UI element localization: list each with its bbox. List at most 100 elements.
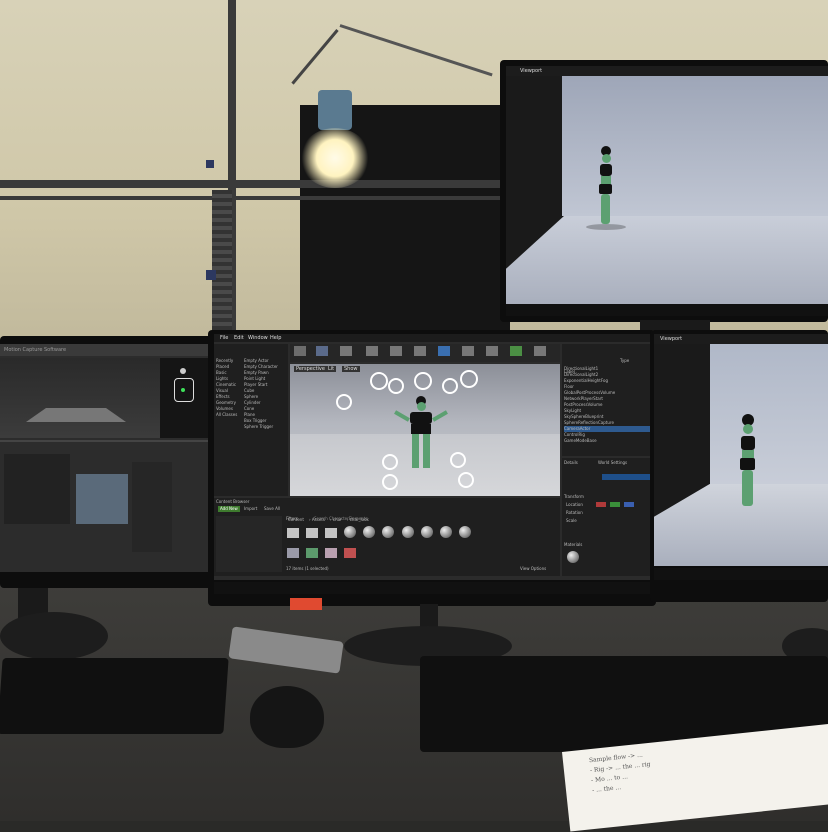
- center-monitor: File Edit Window Help Recently Placed Ba…: [208, 330, 656, 606]
- modes-button[interactable]: [340, 346, 352, 356]
- materials-section[interactable]: Materials: [564, 542, 582, 548]
- x-field[interactable]: [596, 502, 606, 507]
- rig-control[interactable]: [370, 372, 388, 390]
- menu-edit[interactable]: Edit: [234, 335, 244, 341]
- folder-tree[interactable]: [216, 516, 282, 572]
- source-control-button[interactable]: [316, 346, 328, 356]
- rig-control[interactable]: [458, 472, 474, 488]
- rig-control[interactable]: [414, 372, 432, 390]
- world-settings-tab[interactable]: World Settings: [598, 460, 627, 466]
- texture-icon[interactable]: [306, 548, 319, 558]
- content-browser-tab[interactable]: Content Browser: [216, 499, 249, 505]
- build-button[interactable]: [486, 346, 498, 356]
- lit-button[interactable]: Lit: [326, 366, 337, 372]
- character-torso: [741, 436, 755, 450]
- top-viewport-tab[interactable]: Viewport: [520, 68, 542, 74]
- material-sphere-icon[interactable]: [439, 526, 452, 538]
- folder-icon[interactable]: [306, 528, 319, 538]
- world-outliner: Label Type DirectionalLight1 Directional…: [562, 344, 652, 456]
- mouse[interactable]: [250, 686, 324, 748]
- texture-icon[interactable]: [287, 548, 299, 558]
- play-button[interactable]: [510, 346, 522, 356]
- editor-window: File Edit Window Help Recently Placed Ba…: [214, 334, 652, 580]
- z-field[interactable]: [624, 502, 634, 507]
- right-viewport-floor: [654, 484, 828, 566]
- blueprints-button[interactable]: [438, 346, 450, 356]
- content-search-input[interactable]: Search CharacterElements: [314, 516, 367, 522]
- save-button[interactable]: [294, 346, 306, 356]
- character-left-leg: [412, 434, 419, 468]
- launch-button[interactable]: [534, 346, 546, 356]
- character-waist: [742, 450, 754, 458]
- rig-control[interactable]: [382, 474, 398, 490]
- top-viewport[interactable]: [506, 76, 828, 304]
- left-keyboard[interactable]: [0, 658, 229, 734]
- rig-control[interactable]: [336, 394, 352, 410]
- add-new-button[interactable]: Add New: [218, 506, 240, 512]
- material-sphere-icon[interactable]: [363, 526, 376, 538]
- left-panel-preview[interactable]: [76, 474, 128, 524]
- import-button[interactable]: Import: [244, 506, 257, 512]
- outliner-col-type[interactable]: Type: [620, 358, 629, 364]
- selected-actor-field[interactable]: [602, 474, 650, 480]
- rig-control[interactable]: [388, 378, 404, 394]
- material-sphere-icon[interactable]: [344, 526, 357, 538]
- character-right-leg: [423, 434, 430, 468]
- show-button[interactable]: Show: [342, 366, 360, 372]
- transform-section[interactable]: Transform: [564, 494, 584, 500]
- right-viewport[interactable]: [654, 344, 828, 566]
- character-torso: [410, 412, 432, 424]
- actor-item[interactable]: Sphere Trigger: [244, 424, 286, 430]
- character-right-arm: [432, 410, 448, 422]
- menu-bar: File Edit Window Help: [214, 334, 652, 342]
- asset-row: [286, 524, 558, 540]
- menu-window[interactable]: Window: [248, 335, 268, 341]
- content-browser: Content Browser Add New Import Save All …: [214, 498, 560, 576]
- save-all-button[interactable]: Save All: [264, 506, 280, 512]
- mode-category[interactable]: Visual Effects: [216, 388, 242, 400]
- settings-button[interactable]: [414, 346, 426, 356]
- texture-icon[interactable]: [325, 548, 338, 558]
- rig-control[interactable]: [460, 370, 478, 388]
- character-head: [417, 402, 426, 411]
- folder-icon[interactable]: [287, 528, 299, 538]
- rig-control[interactable]: [442, 378, 458, 394]
- top-monitor: Viewport: [500, 60, 828, 322]
- menu-help[interactable]: Help: [270, 335, 281, 341]
- main-toolbar: [290, 344, 560, 362]
- outliner-item[interactable]: GameModeBase: [564, 438, 650, 444]
- note-line: - Mo ... to ...: [590, 773, 629, 785]
- y-field[interactable]: [610, 502, 620, 507]
- right-viewport-tab[interactable]: Viewport: [660, 336, 682, 342]
- note-line: - ... the ...: [591, 784, 622, 795]
- left-3d-view[interactable]: [0, 358, 160, 438]
- content-view-options[interactable]: View Options: [520, 566, 546, 572]
- material-sphere-icon[interactable]: [382, 526, 395, 538]
- cinematics-button[interactable]: [462, 346, 474, 356]
- material-sphere-icon[interactable]: [401, 526, 414, 538]
- rig-control[interactable]: [450, 452, 466, 468]
- texture-icon[interactable]: [344, 548, 357, 558]
- scale-row: Scale: [566, 518, 577, 523]
- left-panel-list[interactable]: [4, 454, 70, 524]
- details-tab[interactable]: Details: [564, 460, 578, 466]
- menu-file[interactable]: File: [220, 335, 228, 341]
- left-panel-tree[interactable]: [132, 462, 172, 552]
- rig-control[interactable]: [382, 454, 398, 470]
- mocap-camera: [206, 270, 216, 280]
- character-head: [602, 154, 611, 163]
- perspective-button[interactable]: Perspective: [294, 366, 327, 372]
- mode-category[interactable]: Recently Placed: [216, 358, 242, 370]
- folder-icon[interactable]: [325, 528, 338, 538]
- truss-tower: [212, 190, 232, 330]
- material-thumbnail[interactable]: [567, 551, 579, 563]
- mode-category[interactable]: All Classes: [216, 412, 242, 418]
- material-sphere-icon[interactable]: [458, 526, 471, 538]
- level-viewport[interactable]: Perspective Lit Show: [290, 364, 560, 496]
- filters-button[interactable]: Filters: [286, 516, 298, 522]
- content-button[interactable]: [366, 346, 378, 356]
- material-sphere-icon[interactable]: [420, 526, 433, 538]
- modes-panel: Recently Placed Basic Lights Cinematic V…: [214, 344, 288, 496]
- marketplace-button[interactable]: [390, 346, 402, 356]
- skeleton-view[interactable]: [160, 358, 208, 438]
